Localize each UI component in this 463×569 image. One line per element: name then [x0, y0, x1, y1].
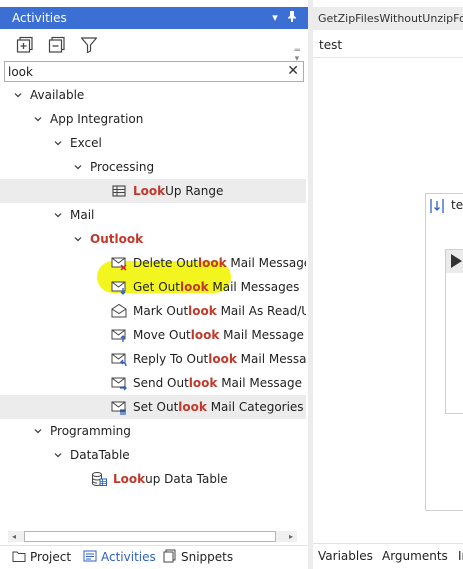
activity-label: Delete Outlook Mail Message [133, 256, 306, 270]
chevron-down-icon[interactable] [74, 163, 82, 171]
activity-lookup-data-table[interactable]: Lookup Data Table [0, 467, 306, 491]
activity-label: Get Outlook Mail Messages [133, 280, 300, 294]
activity-lookup-range[interactable]: LookUp Range [0, 179, 306, 203]
scroll-right-icon[interactable]: ▸ [287, 531, 295, 542]
activity-label: Lookup Data Table [113, 472, 228, 486]
pin-icon[interactable] [285, 10, 299, 26]
chevron-down-icon[interactable] [14, 91, 22, 99]
activity-label: Move Outlook Mail Message [133, 328, 304, 342]
activity-reply-to-outlook-mail-message[interactable]: Reply To Outlook Mail Message [0, 347, 306, 371]
filter-icon[interactable] [80, 36, 98, 54]
tree-node-excel[interactable]: Excel [0, 131, 306, 155]
tree-node-outlook[interactable]: Outlook [0, 227, 306, 251]
document-tab-label: GetZipFilesWithoutUnzipFo [318, 12, 463, 25]
panel-title-bar: Activities ▾ [0, 7, 308, 29]
mail-send-icon [111, 377, 127, 391]
tree-node-datatable[interactable]: DataTable [0, 443, 306, 467]
mail-move-icon [111, 329, 126, 342]
tab-snippets[interactable]: Snippets [163, 549, 233, 568]
tree-node-mail[interactable]: Mail [0, 203, 306, 227]
activities-icon [83, 550, 97, 562]
chevron-down-icon[interactable] [54, 451, 62, 459]
snippets-icon [163, 549, 176, 563]
panel-tabs: Project Activities Snippets [0, 545, 308, 569]
tree-node-label: Excel [70, 136, 102, 150]
mail-get-icon [111, 281, 126, 295]
dropdown-icon[interactable]: ▾ [268, 10, 282, 26]
inner-activity-box[interactable] [445, 249, 463, 414]
chevron-down-icon[interactable] [54, 211, 62, 219]
sequence-header[interactable]: tes [426, 194, 463, 218]
breadcrumb-item[interactable]: test [319, 38, 342, 52]
tree-node-label: Programming [50, 424, 131, 438]
sequence-label: tes [451, 198, 463, 212]
scroll-left-icon[interactable]: ◂ [10, 531, 18, 542]
activity-label: Send Outlook Mail Message [133, 376, 302, 390]
document-tab[interactable]: GetZipFilesWithoutUnzipFo [313, 7, 463, 30]
activity-send-outlook-mail-message[interactable]: Send Outlook Mail Message [0, 371, 306, 395]
tree-node-label: Available [30, 88, 85, 102]
lookup-range-icon [112, 185, 126, 197]
activity-move-outlook-mail-message[interactable]: Move Outlook Mail Message [0, 323, 306, 347]
chevron-down-icon[interactable] [54, 139, 62, 147]
tree-node-processing[interactable]: Processing [0, 155, 306, 179]
tree-node-label: App Integration [50, 112, 144, 126]
tree-node-app-integration[interactable]: App Integration [0, 107, 306, 131]
sequence-icon [430, 199, 444, 213]
clear-search-icon[interactable]: ✕ [287, 63, 299, 80]
activity-label: Mark Outlook Mail As Read/Unre [133, 304, 306, 318]
designer-canvas[interactable]: tes [313, 59, 463, 543]
activities-toolbar: ═ ▾ [0, 30, 308, 64]
play-icon[interactable] [446, 250, 463, 273]
arguments-tab[interactable]: Arguments [382, 549, 448, 563]
activity-delete-outlook-mail-message[interactable]: Delete Outlook Mail Message [0, 251, 306, 275]
folder-icon [12, 551, 26, 562]
designer-panel: GetZipFilesWithoutUnzipFo test tes Varia… [313, 0, 463, 569]
activities-search: ✕ [4, 61, 304, 82]
activity-get-outlook-mail-messages[interactable]: Get Outlook Mail Messages [0, 275, 306, 299]
tree-node-label: Processing [90, 160, 155, 174]
activity-label: Set Outlook Mail Categories [133, 400, 304, 414]
tree-node-available[interactable]: Available [0, 83, 306, 107]
activities-tree: Available App Integration Excel Processi… [0, 83, 306, 529]
tree-node-label: DataTable [70, 448, 130, 462]
mail-delete-icon [111, 257, 127, 271]
designer-bottom-bar: Variables Arguments In [313, 543, 463, 569]
horizontal-scrollbar[interactable]: ◂ ▸ [8, 529, 297, 544]
imports-tab[interactable]: In [458, 549, 463, 563]
tab-activities[interactable]: Activities [83, 549, 156, 568]
mail-reply-icon [111, 353, 127, 367]
chevron-down-icon[interactable] [74, 235, 82, 243]
tab-project[interactable]: Project [12, 549, 71, 568]
chevron-down-icon[interactable] [34, 115, 42, 123]
tree-node-programming[interactable]: Programming [0, 419, 306, 443]
activity-label: LookUp Range [133, 184, 224, 198]
mail-open-icon [111, 303, 127, 318]
mail-categories-icon [111, 401, 126, 415]
activity-label: Reply To Outlook Mail Message [133, 352, 306, 366]
activity-mark-outlook-mail-as-read[interactable]: Mark Outlook Mail As Read/Unre [0, 299, 306, 323]
tree-node-label: Outlook [90, 232, 144, 246]
database-table-icon [92, 472, 107, 487]
panel-title: Activities [12, 11, 67, 25]
search-input[interactable] [8, 63, 278, 80]
tree-node-label: Mail [70, 208, 95, 222]
activities-panel: Activities ▾ ═▾ ✕ Available App Integ [0, 0, 308, 569]
chevron-down-icon[interactable] [34, 427, 42, 435]
scroll-thumb[interactable] [24, 531, 276, 542]
breadcrumb: test [313, 33, 463, 58]
collapse-all-icon[interactable] [48, 36, 66, 54]
activity-set-outlook-mail-categories[interactable]: Set Outlook Mail Categories [0, 395, 306, 419]
expand-all-icon[interactable] [16, 36, 34, 54]
variables-tab[interactable]: Variables [318, 549, 373, 563]
